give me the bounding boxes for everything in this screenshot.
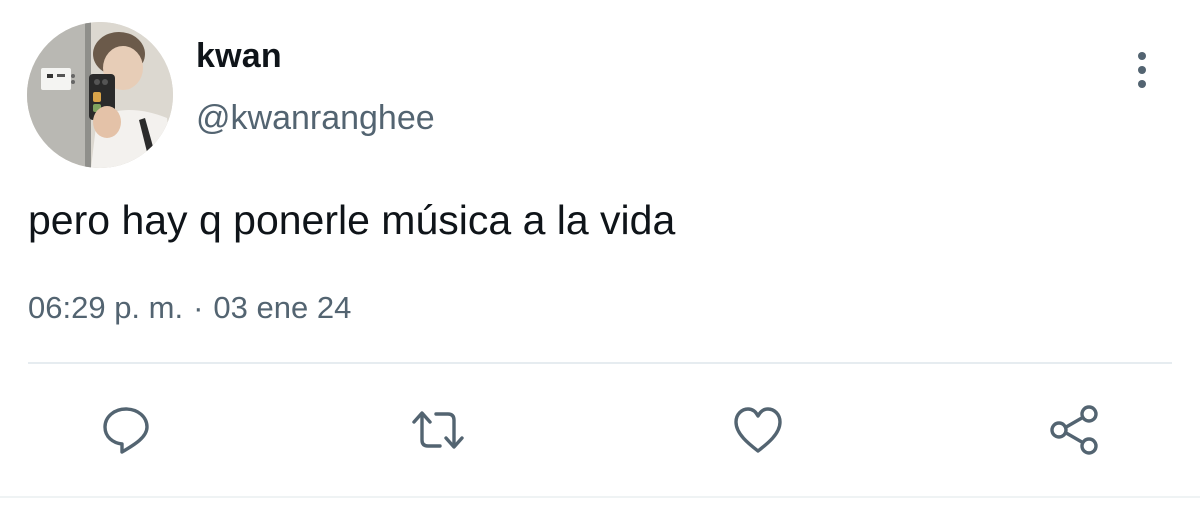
reply-button[interactable]: [96, 400, 156, 460]
avatar[interactable]: [27, 22, 173, 168]
tweet-date: 03 ene 24: [213, 290, 352, 325]
divider: [28, 362, 1172, 364]
author-display-name[interactable]: kwan: [196, 36, 282, 76]
share-icon: [1050, 405, 1098, 455]
author-handle[interactable]: @kwanranghee: [196, 98, 435, 138]
tweet-text: pero hay q ponerle música a la vida: [28, 197, 676, 243]
share-button[interactable]: [1045, 400, 1105, 460]
tweet-timestamp[interactable]: 06:29 p. m. · 03 ene 24: [28, 288, 351, 328]
retweet-icon: [412, 411, 464, 449]
more-options-button[interactable]: [1122, 48, 1162, 92]
timestamp-separator: ·: [193, 290, 204, 325]
like-button[interactable]: [728, 400, 788, 460]
tweet-time: 06:29 p. m.: [28, 290, 184, 325]
bottom-divider: [0, 496, 1200, 498]
reply-icon: [103, 407, 149, 454]
more-vertical-icon: [1138, 52, 1146, 88]
heart-icon: [734, 407, 782, 453]
retweet-button[interactable]: [408, 400, 468, 460]
tweet-card: kwan @kwanranghee pero hay q ponerle mús…: [0, 0, 1200, 514]
avatar-photo: [27, 22, 173, 168]
